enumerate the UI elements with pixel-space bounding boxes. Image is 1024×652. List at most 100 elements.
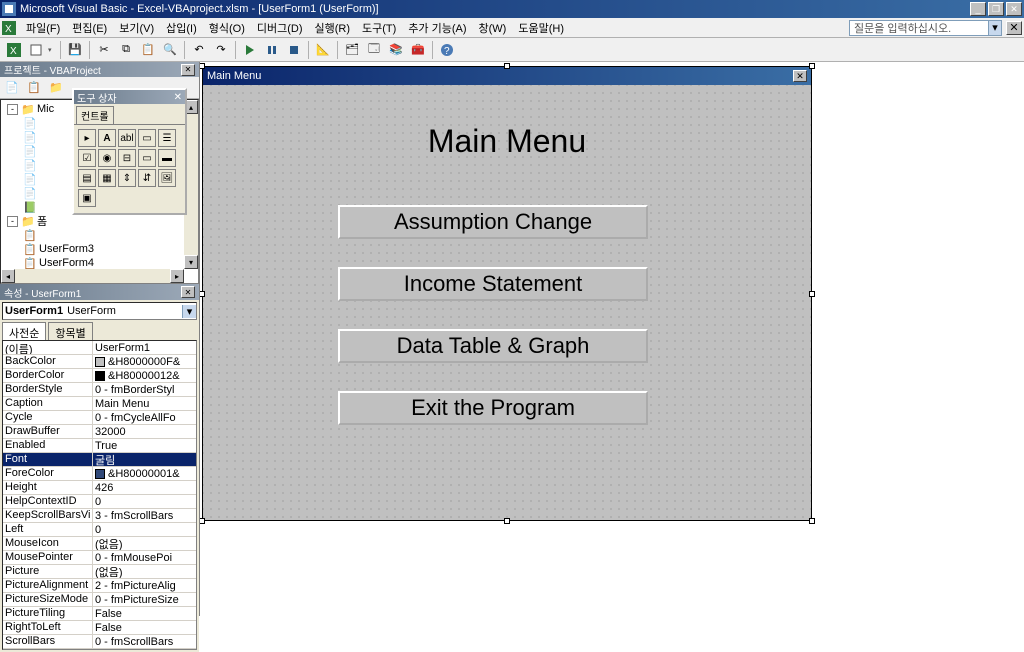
paste-button[interactable]: 📋 — [138, 40, 158, 60]
menu-format[interactable]: 형식(O) — [203, 18, 251, 38]
property-row[interactable]: ScrollBars0 - fmScrollBars — [3, 635, 196, 649]
scrollbar-tool-icon[interactable]: ⇕ — [118, 169, 136, 187]
resize-handle[interactable] — [504, 518, 510, 524]
property-value[interactable]: 0 - fmScrollBars — [93, 635, 196, 648]
property-value[interactable]: 0 - fmMousePoi — [93, 551, 196, 564]
properties-window-button[interactable]: 🗔 — [364, 40, 384, 60]
property-value[interactable]: False — [93, 607, 196, 620]
tabstrip-tool-icon[interactable]: ▤ — [78, 169, 96, 187]
property-row[interactable]: CaptionMain Menu — [3, 397, 196, 411]
copy-button[interactable]: ⧉ — [116, 40, 136, 60]
spinbutton-tool-icon[interactable]: ⇵ — [138, 169, 156, 187]
resize-handle[interactable] — [504, 63, 510, 69]
optionbutton-tool-icon[interactable]: ◉ — [98, 149, 116, 167]
menu-debug[interactable]: 디버그(D) — [251, 18, 309, 38]
listbox-tool-icon[interactable]: ☰ — [158, 129, 176, 147]
insert-button[interactable] — [26, 40, 46, 60]
help-button[interactable]: ? — [437, 40, 457, 60]
design-mode-button[interactable]: 📐 — [313, 40, 333, 60]
property-row[interactable]: BorderColor&H80000012& — [3, 369, 196, 383]
menu-help[interactable]: 도움말(H) — [512, 18, 570, 38]
save-button[interactable]: 💾 — [65, 40, 85, 60]
property-row[interactable]: Left0 — [3, 523, 196, 537]
property-row[interactable]: EnabledTrue — [3, 439, 196, 453]
assumption-change-button[interactable]: Assumption Change — [338, 205, 648, 239]
resize-handle[interactable] — [809, 63, 815, 69]
insert-dropdown[interactable]: ▾ — [48, 46, 56, 54]
refedit-tool-icon[interactable]: ▣ — [78, 189, 96, 207]
property-row[interactable]: PictureAlignment2 - fmPictureAlig — [3, 579, 196, 593]
pointer-tool-icon[interactable]: ▸ — [78, 129, 96, 147]
userform-close-button[interactable]: ✕ — [793, 70, 807, 82]
form-designer[interactable]: Main Menu ✕ Main Menu Assumption Change … — [200, 62, 1024, 616]
property-row[interactable]: ForeColor&H80000001& — [3, 467, 196, 481]
maximize-button[interactable]: ❐ — [988, 2, 1004, 16]
menu-insert[interactable]: 삽입(I) — [160, 18, 203, 38]
property-row[interactable]: DrawBuffer32000 — [3, 425, 196, 439]
frame-tool-icon[interactable]: ▭ — [138, 149, 156, 167]
toolbox-titlebar[interactable]: 도구 상자 ✕ — [74, 90, 185, 104]
property-row[interactable]: BorderStyle0 - fmBorderStyl — [3, 383, 196, 397]
property-row[interactable]: KeepScrollBarsVi3 - fmScrollBars — [3, 509, 196, 523]
run-button[interactable] — [240, 40, 260, 60]
ask-question-box[interactable]: 질문을 입력하십시오. — [849, 20, 989, 36]
resize-handle[interactable] — [809, 291, 815, 297]
property-row[interactable]: BackColor&H8000000F& — [3, 355, 196, 369]
view-code-button[interactable]: 📄 — [2, 79, 22, 97]
view-excel-button[interactable]: X — [4, 40, 24, 60]
property-row[interactable]: RightToLeftFalse — [3, 621, 196, 635]
property-value[interactable]: True — [93, 439, 196, 452]
ask-question-dropdown[interactable]: ▾ — [988, 20, 1002, 36]
property-row[interactable]: PictureTilingFalse — [3, 607, 196, 621]
menu-file[interactable]: 파일(F) — [20, 18, 66, 38]
data-table-graph-button[interactable]: Data Table & Graph — [338, 329, 648, 363]
redo-button[interactable]: ↷ — [211, 40, 231, 60]
resize-handle[interactable] — [200, 518, 205, 524]
property-value[interactable]: False — [93, 621, 196, 634]
property-row[interactable]: Height426 — [3, 481, 196, 495]
break-button[interactable] — [262, 40, 282, 60]
project-explorer-button[interactable]: 🗂 — [342, 40, 362, 60]
property-row[interactable]: HelpContextID0 — [3, 495, 196, 509]
property-value[interactable]: 2 - fmPictureAlig — [93, 579, 196, 592]
find-button[interactable]: 🔍 — [160, 40, 180, 60]
tree-expand-icon[interactable]: - — [7, 216, 18, 227]
property-row[interactable]: Picture(없음) — [3, 565, 196, 579]
minimize-button[interactable]: _ — [970, 2, 986, 16]
resize-handle[interactable] — [200, 63, 205, 69]
property-value[interactable]: &H80000012& — [93, 369, 196, 382]
property-value[interactable]: (없음) — [93, 565, 196, 578]
resize-handle[interactable] — [200, 291, 205, 297]
tree-expand-icon[interactable]: - — [7, 104, 18, 115]
property-value[interactable]: 426 — [93, 481, 196, 494]
menu-addins[interactable]: 추가 기능(A) — [402, 18, 472, 38]
togglebutton-tool-icon[interactable]: ⊟ — [118, 149, 136, 167]
toolbox-button[interactable]: 🧰 — [408, 40, 428, 60]
tree-scrollbar-horizontal[interactable]: ◂ ▸ — [1, 269, 184, 283]
property-row[interactable]: (이름)UserForm1 — [3, 341, 196, 355]
commandbutton-tool-icon[interactable]: ▬ — [158, 149, 176, 167]
property-value[interactable]: 0 - fmPictureSize — [93, 593, 196, 606]
tree-node[interactable]: 📋UserForm3 — [3, 242, 196, 256]
tab-alphabetic[interactable]: 사전순 — [2, 322, 46, 340]
userform-preview[interactable]: Main Menu ✕ Main Menu Assumption Change … — [202, 66, 812, 521]
reset-button[interactable] — [284, 40, 304, 60]
menu-run[interactable]: 실행(R) — [309, 18, 357, 38]
toggle-folders-button[interactable]: 📁 — [46, 79, 66, 97]
object-browser-button[interactable]: 📚 — [386, 40, 406, 60]
project-panel-close[interactable]: ✕ — [181, 64, 195, 76]
label-tool-icon[interactable]: A — [98, 129, 116, 147]
property-value[interactable]: 3 - fmScrollBars — [93, 509, 196, 522]
checkbox-tool-icon[interactable]: ☑ — [78, 149, 96, 167]
image-tool-icon[interactable]: 🖼 — [158, 169, 176, 187]
tab-categorized[interactable]: 항목별 — [48, 322, 92, 340]
property-row[interactable]: MousePointer0 - fmMousePoi — [3, 551, 196, 565]
menu-window[interactable]: 창(W) — [473, 18, 513, 38]
property-value[interactable]: 32000 — [93, 425, 196, 438]
view-object-button[interactable]: 📋 — [24, 79, 44, 97]
toolbox-window[interactable]: 도구 상자 ✕ 컨트롤 ▸ A abl ▭ ☰ ☑ ◉ ⊟ ▭ ▬ ▤ ▦ ⇕ … — [72, 88, 187, 215]
toolbox-tab-controls[interactable]: 컨트롤 — [76, 106, 114, 124]
menu-tools[interactable]: 도구(T) — [356, 18, 402, 38]
tree-node[interactable]: 📋UserForm4 — [3, 256, 196, 270]
toolbox-close[interactable]: ✕ — [174, 92, 182, 103]
